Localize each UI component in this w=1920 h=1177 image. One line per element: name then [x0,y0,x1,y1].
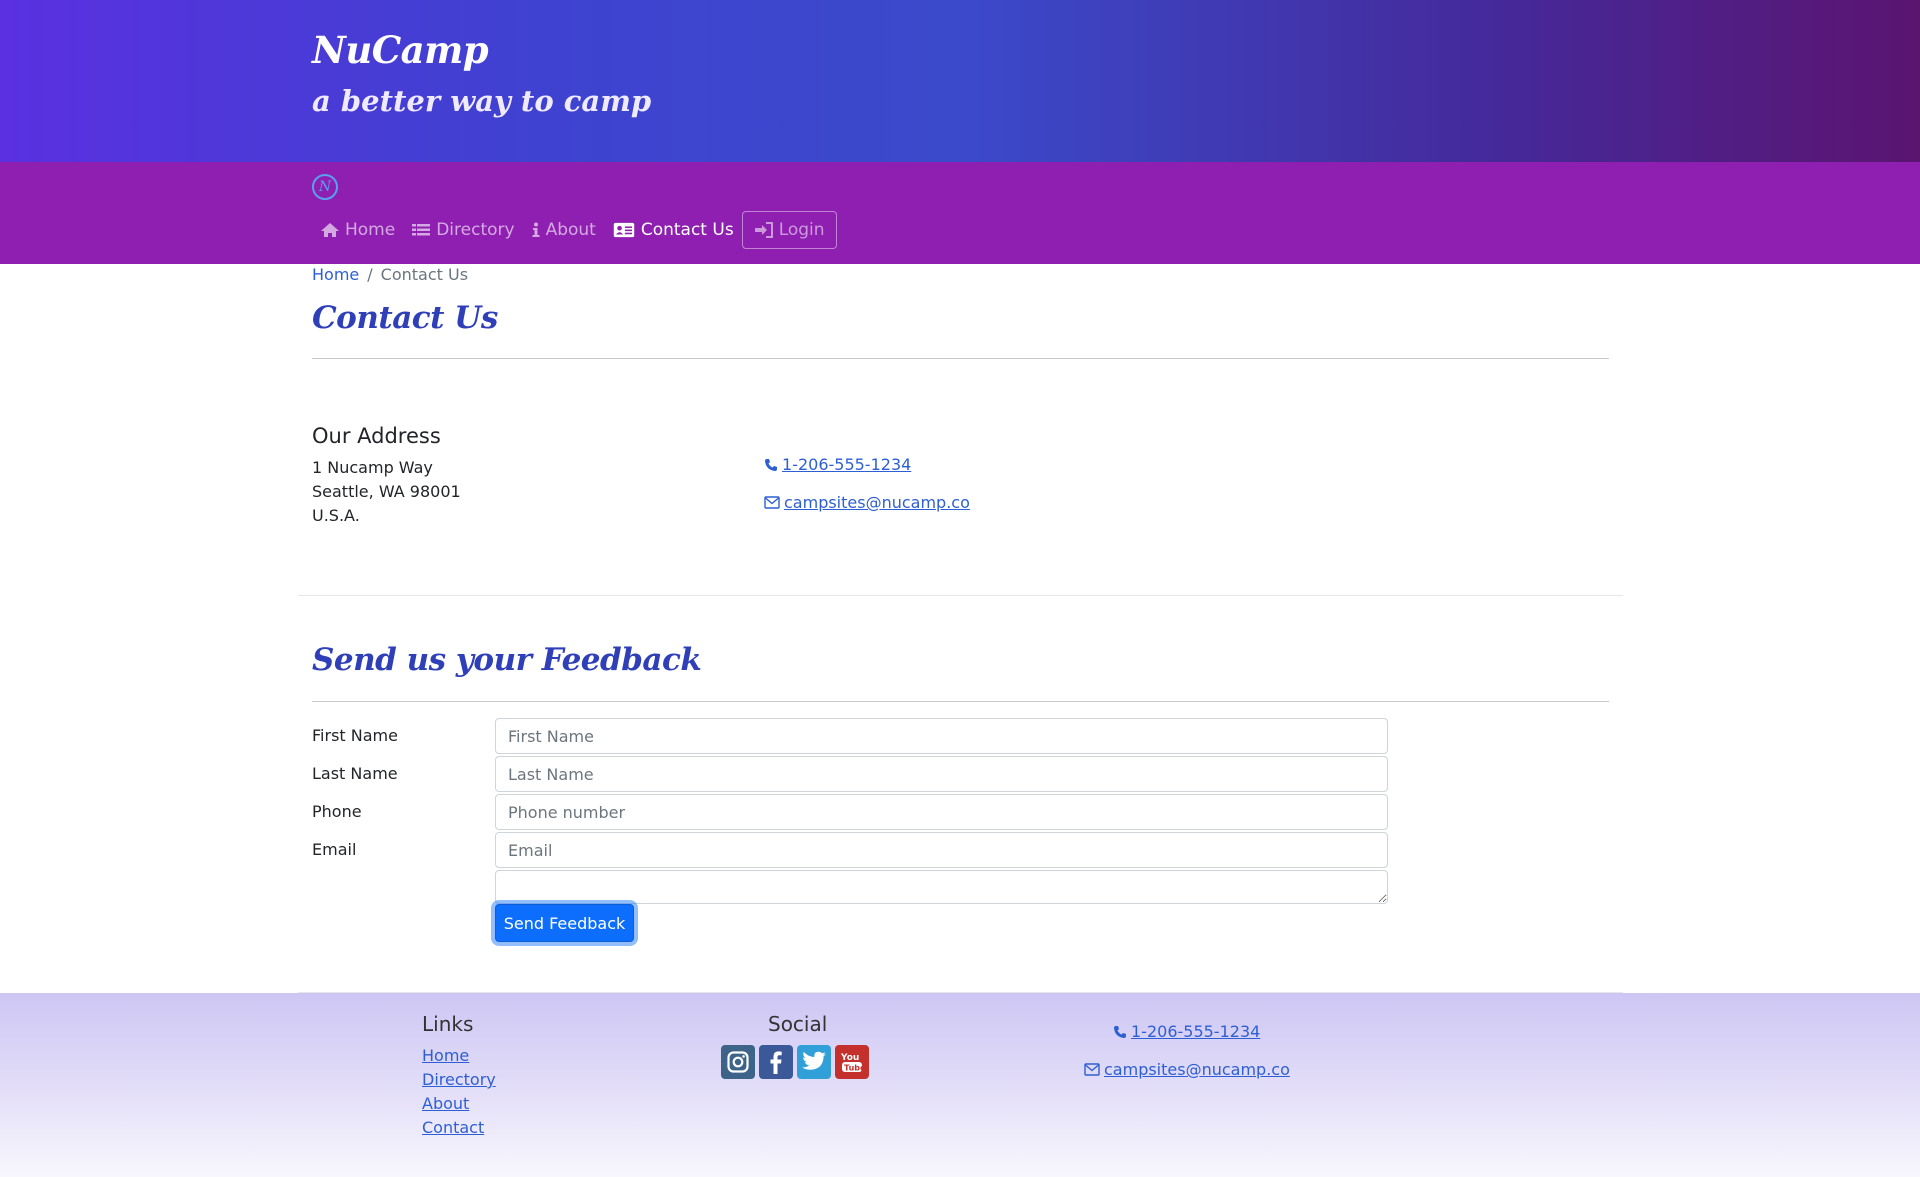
facebook-icon[interactable] [759,1045,793,1079]
feedback-divider [312,701,1609,702]
nav-menu: Home Directory About Contact Us Login [312,210,837,250]
breadcrumb-separator: / [367,265,373,284]
feedback-title: Send us your Feedback [312,642,702,678]
address-card-icon [613,222,635,238]
footer-link-about[interactable]: About [422,1094,469,1113]
svg-text:Tube: Tube [844,1064,865,1073]
footer-email-link[interactable]: campsites@nucamp.co [1084,1060,1290,1079]
footer-link-directory[interactable]: Directory [422,1070,496,1089]
home-icon [321,223,339,237]
first-name-input[interactable] [495,718,1388,754]
twitter-icon[interactable] [797,1045,831,1079]
address-line-1: 1 Nucamp Way [312,458,433,477]
breadcrumb-current: Contact Us [380,265,469,284]
address-line-2: Seattle, WA 98001 [312,482,461,501]
login-label: Login [778,220,825,240]
send-feedback-button[interactable]: Send Feedback [495,904,634,942]
phone-icon [765,458,777,471]
email-link[interactable]: campsites@nucamp.co [764,493,970,512]
nav-item-label: Contact Us [640,220,734,240]
footer [0,993,1920,1177]
phone-input[interactable] [495,794,1388,830]
nav-item-about[interactable]: About [523,211,604,249]
nav-item-label: About [545,220,596,240]
phone-text: 1-206-555-1234 [782,455,912,474]
list-icon [412,224,431,236]
envelope-icon [1084,1063,1100,1076]
nav-item-label: Home [345,220,396,240]
email-label: Email [312,840,357,859]
header-banner: NuCamp a better way to camp [0,0,1920,162]
address-heading: Our Address [312,424,441,448]
title-divider [312,358,1609,359]
nav-item-contact[interactable]: Contact Us [604,211,742,249]
section-separator [298,595,1623,596]
footer-phone-text: 1-206-555-1234 [1131,1022,1261,1041]
brand-subtitle: a better way to camp [312,84,652,118]
phone-icon [1114,1025,1126,1038]
navbar: N Home Directory About Contact Us Login [0,162,1920,264]
brand-title: NuCamp [312,28,489,72]
last-name-label: Last Name [312,764,398,783]
info-icon [532,222,540,237]
social-buttons: You Tube [721,1045,869,1079]
sign-in-icon [754,222,773,238]
phone-label: Phone [312,802,362,821]
footer-link-home[interactable]: Home [422,1046,469,1065]
footer-email-text: campsites@nucamp.co [1104,1060,1290,1079]
footer-link-contact[interactable]: Contact [422,1118,484,1137]
login-button[interactable]: Login [741,211,837,249]
email-input[interactable] [495,832,1388,868]
first-name-label: First Name [312,726,398,745]
last-name-input[interactable] [495,756,1388,792]
footer-phone-link[interactable]: 1-206-555-1234 [1113,1022,1260,1041]
breadcrumb-home-link[interactable]: Home [312,265,359,284]
feedback-textarea[interactable] [495,870,1388,904]
address-line-3: U.S.A. [312,506,360,525]
breadcrumb: Home / Contact Us [312,265,468,284]
nav-item-directory[interactable]: Directory [403,211,522,249]
nav-item-label: Directory [436,220,515,240]
page-title: Contact Us [312,300,498,336]
email-text: campsites@nucamp.co [784,493,970,512]
youtube-icon[interactable]: You Tube [835,1045,869,1079]
footer-links-heading: Links [422,1012,474,1036]
svg-text:You: You [840,1053,859,1063]
nucamp-logo-icon[interactable]: N [312,174,338,200]
phone-link[interactable]: 1-206-555-1234 [764,455,911,474]
nav-item-home[interactable]: Home [312,211,403,249]
envelope-icon [764,496,780,509]
instagram-icon[interactable] [721,1045,755,1079]
footer-social-heading: Social [768,1012,828,1036]
